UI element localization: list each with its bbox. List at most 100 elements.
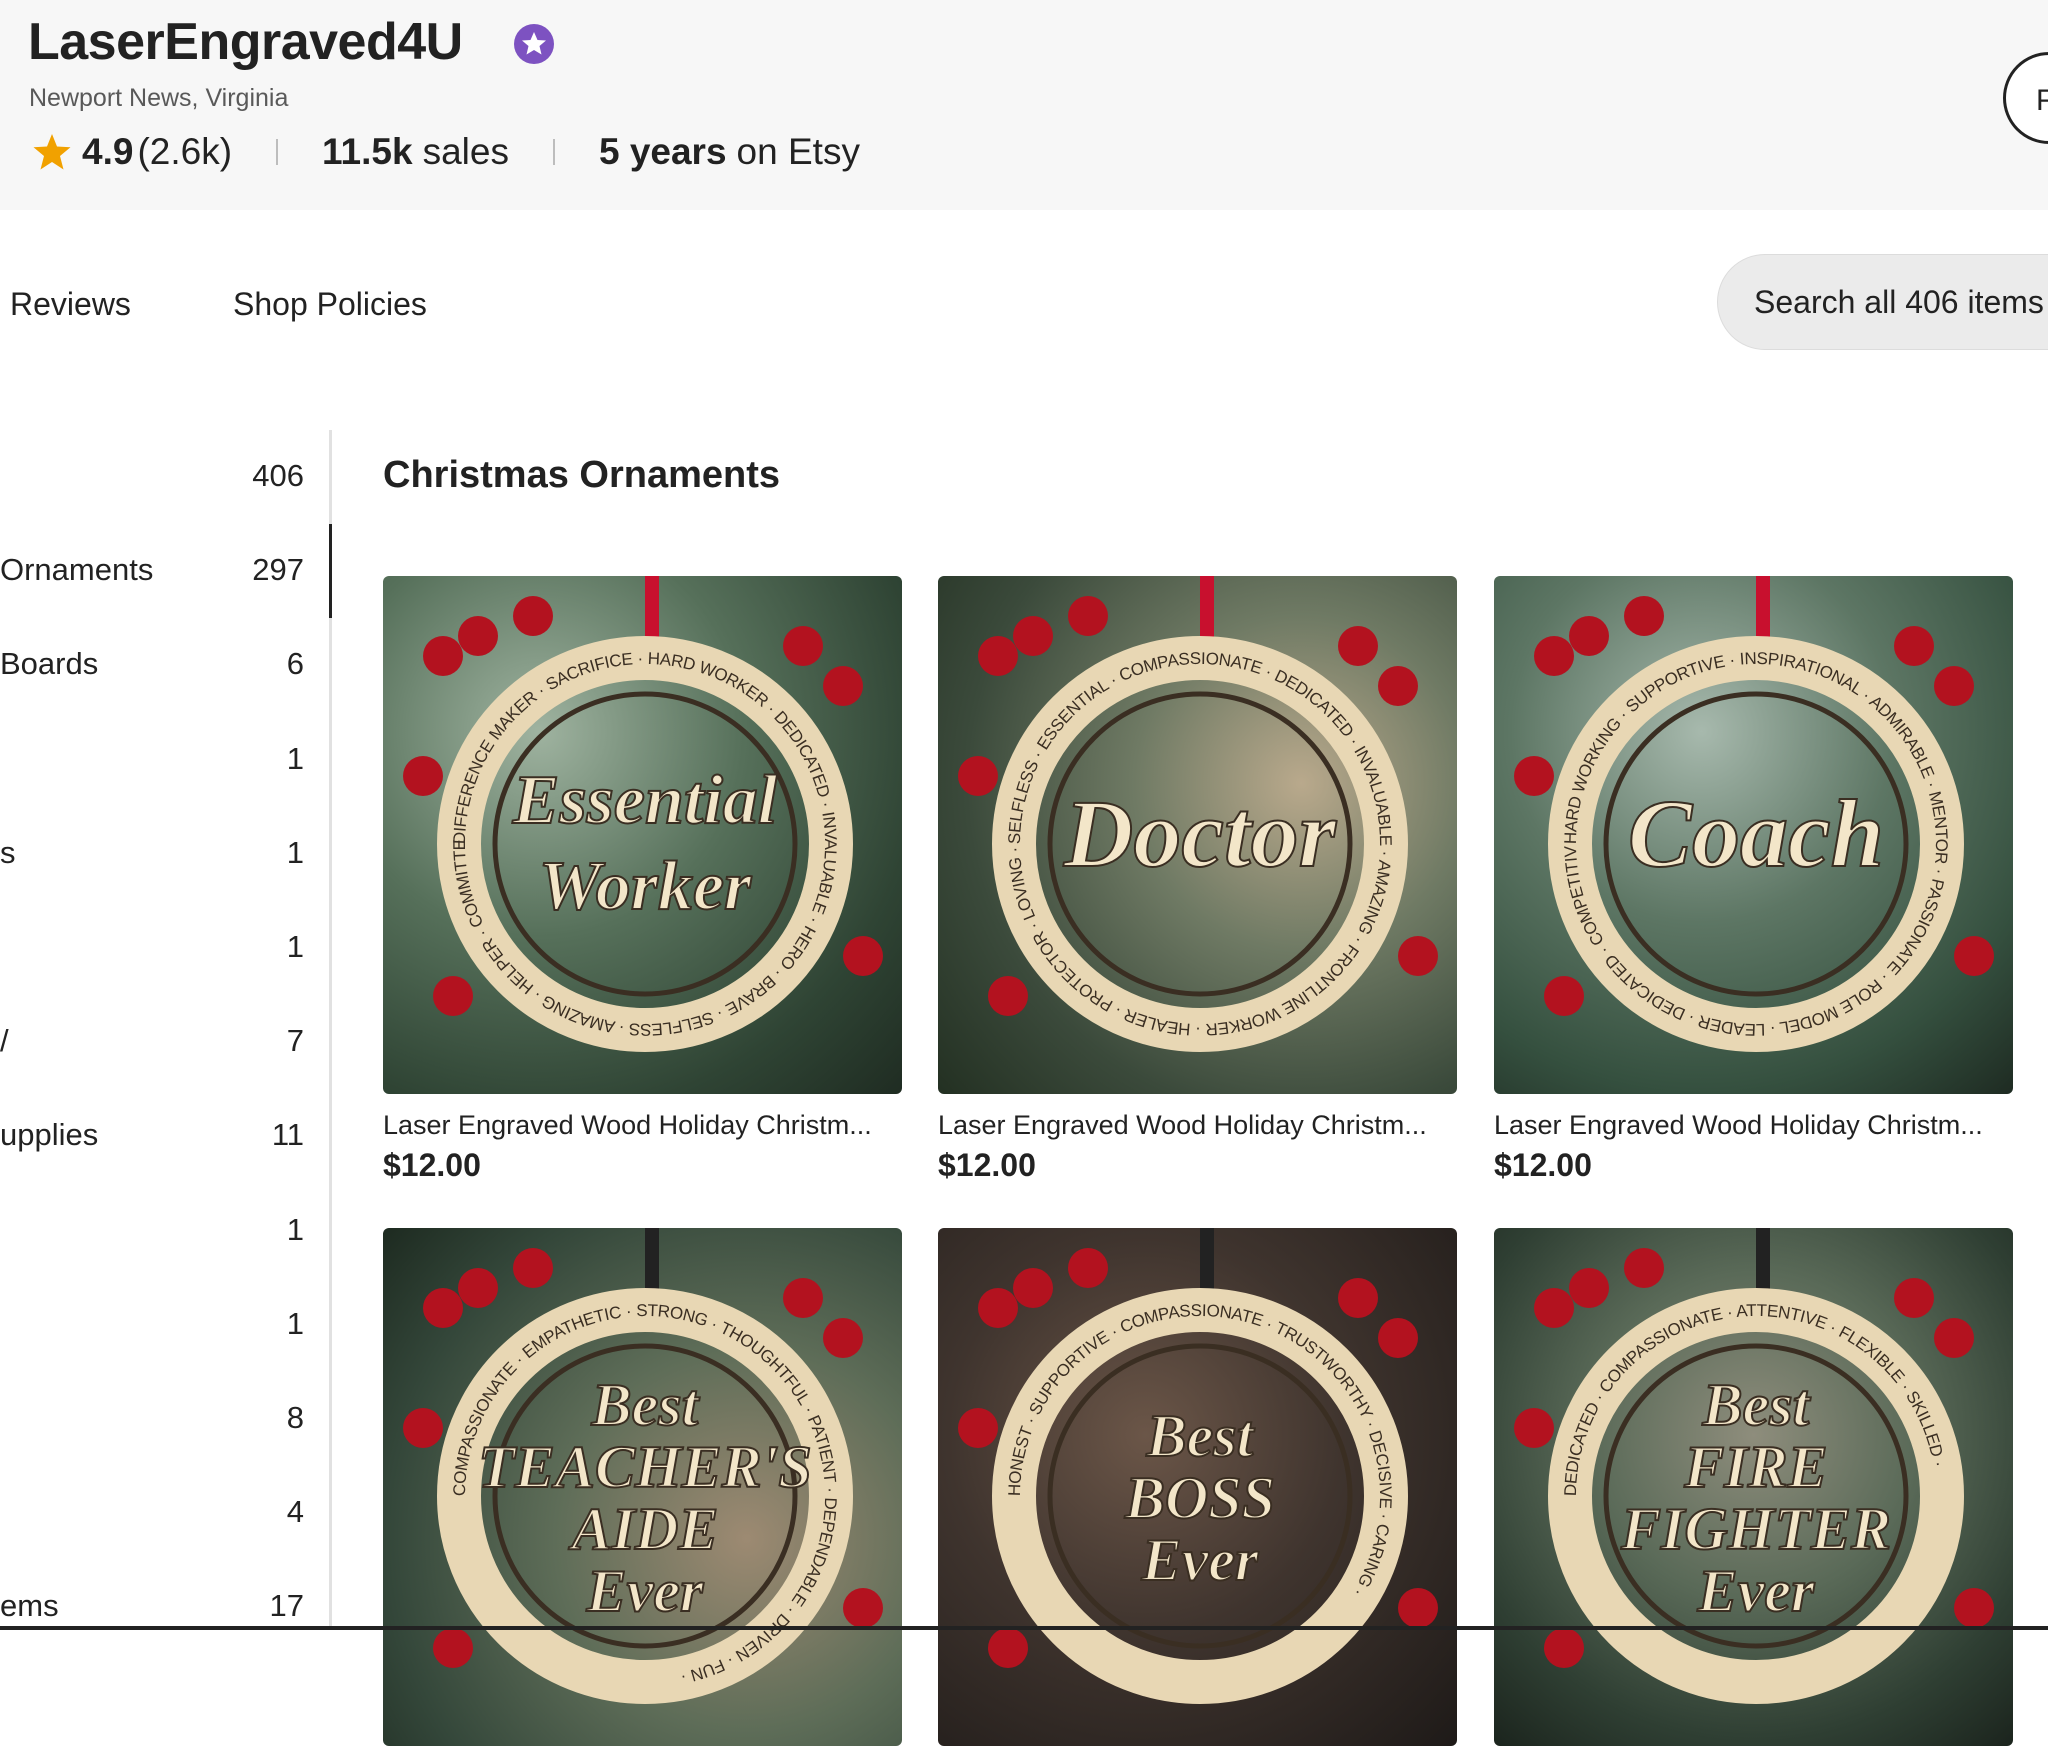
listing-image[interactable]: DEDICATED · COMPASSIONATE · ATTENTIVE · … (1494, 1228, 2013, 1746)
stats-divider (552, 139, 555, 165)
shop-header: LaserEngraved4U Newport News, Virginia 4… (0, 0, 2048, 210)
ornament-text: Ever (586, 1558, 704, 1624)
ornament-text: Best (1146, 1403, 1256, 1469)
shop-location: Newport News, Virginia (29, 84, 289, 112)
berry-decoration (1013, 1268, 1053, 1308)
berry-decoration (843, 1588, 883, 1628)
listing-title[interactable]: Laser Engraved Wood Holiday Christm... (383, 1110, 902, 1141)
ornament-text: TEACHER'S (478, 1434, 811, 1500)
ornament-text: AIDE (568, 1496, 719, 1562)
sidebar-category-count: 1 (286, 834, 304, 870)
berry-decoration (823, 666, 863, 706)
berry-decoration (783, 626, 823, 666)
berry-decoration (1954, 1588, 1994, 1628)
berry-decoration (843, 936, 883, 976)
berry-decoration (1534, 636, 1574, 676)
ornament-inner-ring (492, 691, 798, 997)
berry-decoration (1624, 1248, 1664, 1288)
ornament-illustration: SELFLESS · ESSENTIAL · COMPASSIONATE · D… (958, 576, 1438, 1052)
sidebar-category-item[interactable]: /7 (0, 1011, 310, 1071)
section-title: Christmas Ornaments (383, 454, 781, 496)
berry-decoration (1398, 1588, 1438, 1628)
berry-decoration (433, 976, 473, 1016)
berry-decoration (403, 756, 443, 796)
listing-card[interactable]: HONEST · SUPPORTIVE · COMPASSIONATE · TR… (938, 1228, 1457, 1746)
shop-search-input[interactable]: Search all 406 items (1717, 254, 2048, 350)
listing-card[interactable]: SELFLESS · ESSENTIAL · COMPASSIONATE · D… (938, 576, 1457, 1184)
berry-decoration (958, 756, 998, 796)
berry-decoration (823, 1318, 863, 1358)
berry-decoration (423, 1288, 463, 1328)
sidebar-category-count: 406 (252, 458, 304, 493)
category-sidebar: 406 Ornaments 297 Boards 6 1 s 1 1/7 upplies 11 1 1 8… (0, 430, 330, 1630)
listing-price: $12.00 (938, 1147, 1036, 1183)
ornament-text: BOSS (1124, 1465, 1275, 1531)
shop-name[interactable]: LaserEngraved4U (28, 12, 463, 72)
sidebar-category-count: 8 (286, 1400, 304, 1435)
sidebar-category-count: 297 (252, 552, 304, 588)
tab-shop-policies[interactable]: Shop Policies (233, 280, 427, 328)
berry-decoration (783, 1278, 823, 1318)
review-count[interactable]: (2.6k) (137, 131, 232, 173)
berry-decoration (1338, 1278, 1378, 1318)
berry-decoration (1894, 1278, 1934, 1318)
star-icon (33, 134, 71, 170)
ornament-text: Doctor (1063, 780, 1338, 887)
ornament-illustration: COMPASSIONATE · EMPATHETIC · STRONG · TH… (403, 1228, 883, 1704)
listing-image[interactable]: DIFFERENCE MAKER · SACRIFICE · HARD WORK… (383, 576, 902, 1094)
sidebar-category-item[interactable]: 8 (0, 1388, 310, 1448)
listing-card[interactable]: COMPASSIONATE · EMPATHETIC · STRONG · TH… (383, 1228, 902, 1746)
berry-decoration (1068, 1248, 1108, 1288)
listing-price: $12.00 (383, 1147, 481, 1183)
sidebar-category-item[interactable]: Boards 6 (0, 634, 310, 694)
berry-decoration (513, 596, 553, 636)
listing-card[interactable]: HARD WORKING · SUPPORTIVE · INSPIRATIONA… (1494, 576, 2013, 1184)
berry-decoration (978, 1288, 1018, 1328)
ornament-illustration: DIFFERENCE MAKER · SACRIFICE · HARD WORK… (383, 576, 883, 1052)
listing-price: $12.00 (1494, 1147, 1592, 1183)
ornament-illustration: HONEST · SUPPORTIVE · COMPASSIONATE · TR… (958, 1228, 1438, 1704)
sidebar-category-label: Ornaments (0, 552, 154, 588)
berry-decoration (423, 636, 463, 676)
stats-divider (276, 139, 279, 165)
berry-decoration (433, 1628, 473, 1668)
berry-decoration (1544, 976, 1584, 1016)
listing-card[interactable]: DEDICATED · COMPASSIONATE · ATTENTIVE · … (1494, 1228, 2013, 1746)
sidebar-category-item[interactable]: 4 (0, 1482, 310, 1542)
sidebar-category-item[interactable]: upplies 11 (0, 1105, 310, 1165)
berry-decoration (988, 976, 1028, 1016)
years-value: 5 years (598, 131, 727, 172)
berry-decoration (1068, 596, 1108, 636)
berry-decoration (1569, 616, 1609, 656)
listing-card[interactable]: DIFFERENCE MAKER · SACRIFICE · HARD WORK… (383, 576, 902, 1184)
berry-decoration (1398, 936, 1438, 976)
star-seller-badge-icon[interactable] (512, 22, 556, 66)
berry-decoration (1934, 1318, 1974, 1358)
sidebar-category-item[interactable]: 1 (0, 917, 310, 977)
sidebar-category-item[interactable]: 406 (0, 446, 310, 506)
listing-image[interactable]: HARD WORKING · SUPPORTIVE · INSPIRATIONA… (1494, 576, 2013, 1094)
berry-decoration (1514, 756, 1554, 796)
sidebar-category-label: Boards (0, 646, 99, 682)
listing-title[interactable]: Laser Engraved Wood Holiday Christm... (1494, 1110, 2013, 1141)
ornament-text: Best (1702, 1372, 1812, 1438)
sidebar-category-item[interactable]: 1 (0, 729, 310, 789)
listing-image[interactable]: COMPASSIONATE · EMPATHETIC · STRONG · TH… (383, 1228, 902, 1746)
sidebar-category-count: 4 (286, 1494, 304, 1530)
berry-decoration (513, 1248, 553, 1288)
ornament-text: Best (591, 1372, 701, 1438)
listing-title[interactable]: Laser Engraved Wood Holiday Christm... (938, 1110, 1457, 1141)
berry-decoration (1534, 1288, 1574, 1328)
follow-shop-button[interactable]: F (2003, 52, 2048, 144)
berry-decoration (1894, 626, 1934, 666)
sidebar-category-item[interactable]: 1 (0, 1200, 310, 1260)
sidebar-category-item[interactable]: s1 (0, 823, 310, 883)
ornament-illustration: HARD WORKING · SUPPORTIVE · INSPIRATIONA… (1494, 576, 1994, 1052)
sidebar-category-item[interactable]: Ornaments 297 (0, 540, 310, 600)
listing-image[interactable]: SELFLESS · ESSENTIAL · COMPASSIONATE · D… (938, 576, 1457, 1094)
ornament-text: Worker (539, 848, 752, 925)
listing-image[interactable]: HONEST · SUPPORTIVE · COMPASSIONATE · TR… (938, 1228, 1457, 1746)
tab-reviews[interactable]: Reviews (10, 280, 131, 328)
berry-decoration (1624, 596, 1664, 636)
sidebar-category-item[interactable]: 1 (0, 1294, 310, 1354)
